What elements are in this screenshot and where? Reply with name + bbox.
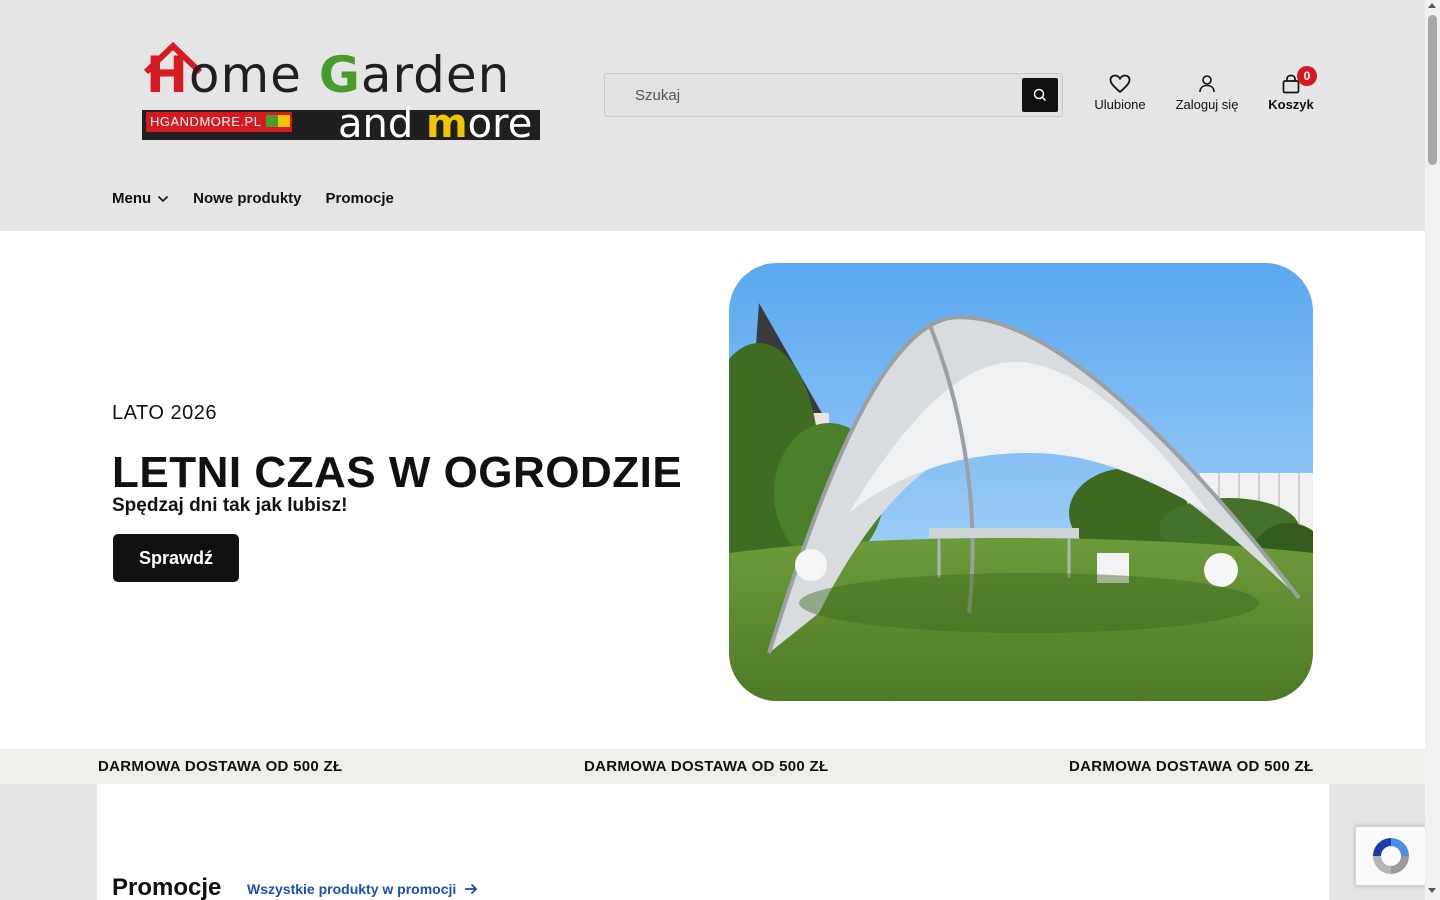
recaptcha-icon (1372, 838, 1409, 874)
logo-wordmark-top: Home Garden (146, 46, 511, 104)
hero-title: LETNI CZAS W OGRODZIE (112, 448, 683, 497)
user-icon (1199, 75, 1215, 93)
all-promotions-link[interactable]: Wszystkie produkty w promocji (247, 881, 478, 897)
login-label: Zaloguj się (1175, 97, 1239, 112)
banner-text: DARMOWA DOSTAWA OD 500 ZŁ (1069, 758, 1314, 775)
search-icon (1033, 88, 1047, 102)
search-bar (604, 73, 1063, 117)
nav-promotions[interactable]: Promocje (326, 190, 394, 207)
arrow-right-icon (465, 883, 478, 895)
scroll-up-arrow-icon[interactable] (1428, 3, 1436, 8)
promotions-container: Promocje Wszystkie produkty w promocji (97, 784, 1329, 900)
nav-menu-dropdown[interactable]: Menu (112, 190, 169, 207)
promotions-section: Promocje Wszystkie produkty w promocji (0, 784, 1425, 900)
nav-new-products[interactable]: Nowe produkty (193, 190, 301, 207)
search-button[interactable] (1022, 78, 1058, 112)
cart-count-badge: 0 (1297, 66, 1317, 86)
hero-cta-button[interactable]: Sprawdź (113, 534, 239, 582)
login-button[interactable]: Zaloguj się (1167, 74, 1247, 116)
logo-wordmark-bottom: and more (338, 101, 533, 147)
main-navigation: Menu Nowe produkty Promocje (112, 190, 394, 207)
banner-text: DARMOWA DOSTAWA OD 500 ZŁ (584, 758, 829, 775)
favorites-label: Ulubione (1094, 97, 1146, 112)
nav-menu-label: Menu (112, 190, 152, 207)
hero-season-label: LATO 2026 (112, 402, 217, 424)
page-scrollbar[interactable] (1425, 0, 1440, 900)
hero-garden-tent-image[interactable] (729, 263, 1313, 701)
recaptcha-badge[interactable] (1355, 826, 1425, 886)
chevron-down-icon (158, 195, 169, 202)
hero-tagline: Spędzaj dni tak jak lubisz! (112, 495, 348, 516)
scroll-down-arrow-icon[interactable] (1428, 888, 1436, 893)
promotions-heading: Promocje (112, 874, 222, 900)
search-input[interactable] (635, 84, 1015, 106)
logo-green-square (266, 115, 278, 127)
home-garden-logo[interactable]: Home Garden HGANDMORE.PL and more (142, 42, 540, 147)
all-promotions-label: Wszystkie produkty w promocji (247, 881, 457, 897)
favorites-button[interactable]: Ulubione (1080, 74, 1160, 116)
logo-yellow-square (278, 115, 290, 127)
cart-button[interactable]: 0 Koszyk (1251, 66, 1331, 116)
cart-label: Koszyk (1268, 97, 1314, 112)
garden-tent-illustration (729, 263, 1313, 701)
banner-text: DARMOWA DOSTAWA OD 500 ZŁ (98, 758, 343, 775)
heart-icon (1109, 74, 1131, 94)
free-delivery-banner: DARMOWA DOSTAWA OD 500 ZŁ DARMOWA DOSTAW… (0, 749, 1425, 784)
site-header: Home Garden HGANDMORE.PL and more Ulubio… (0, 0, 1425, 231)
scrollbar-thumb[interactable] (1428, 15, 1437, 165)
